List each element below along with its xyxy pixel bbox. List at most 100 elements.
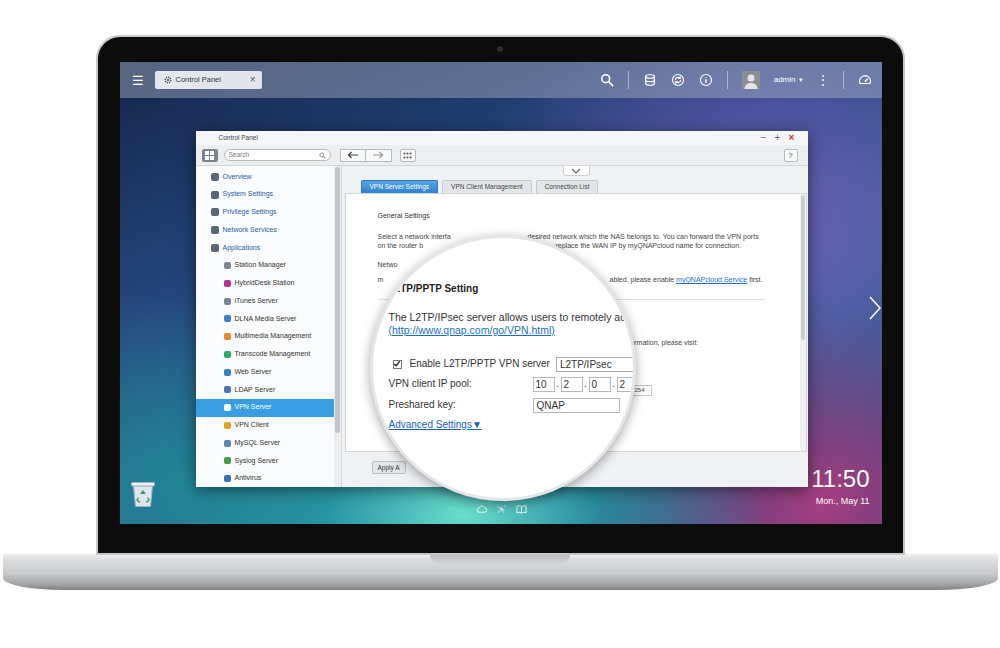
ip-octet-field[interactable]: 10 bbox=[533, 377, 555, 392]
preshared-row: Preshared key:QNAP bbox=[389, 396, 633, 414]
search-field[interactable] bbox=[224, 149, 331, 161]
tab-header: VPN Server SettingsVPN Client Management… bbox=[342, 166, 808, 193]
scrollbar-thumb[interactable] bbox=[801, 195, 805, 340]
text-line: on the router breplace the WAN IP by myQ… bbox=[378, 241, 800, 250]
section-heading: L2TP/PPTP Setting bbox=[389, 282, 633, 296]
app-icon bbox=[224, 422, 231, 429]
app-icon bbox=[224, 369, 231, 376]
sidebar-item[interactable]: Syslog Server bbox=[196, 452, 334, 470]
search-icon[interactable] bbox=[319, 152, 326, 159]
sidebar-item[interactable]: Applications bbox=[196, 239, 334, 257]
close-button[interactable]: × bbox=[250, 75, 256, 85]
avatar-icon[interactable] bbox=[742, 71, 760, 89]
sidebar-item[interactable]: LDAP Server bbox=[196, 381, 334, 399]
sidebar-item[interactable]: Network Services bbox=[196, 221, 334, 239]
preshared-field[interactable]: QNAP bbox=[533, 398, 620, 413]
tab-bar: VPN Server SettingsVPN Client Management… bbox=[342, 180, 808, 193]
collapse-handle[interactable] bbox=[563, 166, 590, 176]
sidebar-item[interactable]: HybridDesk Station bbox=[196, 275, 334, 293]
app-icon bbox=[224, 262, 231, 269]
back-button[interactable] bbox=[340, 149, 366, 162]
sidebar-label: Overview bbox=[223, 173, 252, 181]
text-segment: desired network which the NAS belongs to… bbox=[528, 233, 759, 240]
text-segment: replace the WAN IP by myQNAPcloud name f… bbox=[556, 242, 742, 249]
close-button[interactable]: × bbox=[785, 133, 799, 143]
taskbar-tab-title: Control Panel bbox=[176, 74, 221, 85]
info-icon[interactable] bbox=[699, 73, 713, 87]
dock bbox=[476, 504, 527, 514]
cloud-icon[interactable] bbox=[476, 504, 487, 514]
app-icon bbox=[224, 386, 231, 393]
recycle-bin-icon[interactable] bbox=[130, 480, 156, 508]
sidebar-item[interactable]: Transcode Management bbox=[196, 346, 334, 364]
sidebar: Overview System Settings Privilege Setting… bbox=[196, 166, 342, 487]
sidebar-label: LDAP Server bbox=[235, 386, 276, 394]
clock-widget: 11:50Mon., May 11 bbox=[811, 466, 869, 507]
sidebar-item[interactable]: Web Server bbox=[196, 363, 334, 381]
gear-icon bbox=[164, 76, 172, 84]
help-button[interactable]: ? bbox=[784, 149, 798, 162]
laptop-notch bbox=[430, 553, 570, 564]
menu-button[interactable]: ☰ bbox=[132, 74, 146, 87]
tab[interactable]: VPN Client Management bbox=[442, 180, 532, 193]
sidebar-item[interactable]: Multimedia Management bbox=[196, 328, 334, 346]
tools-icon[interactable] bbox=[496, 504, 507, 514]
advanced-settings-link[interactable]: Advanced Settings▼ bbox=[389, 418, 482, 431]
sidebar-item[interactable]: Overview bbox=[196, 168, 334, 186]
sidebar-item[interactable]: Station Manager bbox=[196, 257, 334, 275]
apply-button[interactable]: Apply A bbox=[372, 461, 406, 474]
sidebar-item[interactable]: Privilege Settings bbox=[196, 204, 334, 222]
storage-icon[interactable] bbox=[643, 73, 657, 87]
app-icon bbox=[224, 351, 231, 358]
enable-checkbox[interactable] bbox=[393, 360, 402, 369]
link[interactable]: myQNAPcloud Service bbox=[676, 276, 747, 283]
sidebar-label: VPN Server bbox=[235, 403, 272, 411]
app-icon bbox=[224, 457, 231, 464]
user-name: admin bbox=[774, 74, 796, 86]
sidebar-scrollbar[interactable] bbox=[334, 166, 341, 487]
sidebar-item[interactable]: System Settings bbox=[196, 186, 334, 204]
enable-row: Enable L2TP/PPTP VPN serverL2TP/IPsec bbox=[389, 355, 633, 373]
pane-scrollbar[interactable] bbox=[800, 194, 806, 451]
search-icon[interactable] bbox=[600, 73, 614, 87]
divider bbox=[727, 71, 728, 89]
top-bar: ☰ Control Panel × admin▾ ⋮ bbox=[120, 62, 882, 98]
ip-octet-field[interactable]: 2 bbox=[561, 377, 583, 392]
apps-button[interactable] bbox=[400, 149, 416, 162]
sync-icon[interactable] bbox=[671, 73, 685, 87]
sidebar-item[interactable]: VPN Server bbox=[196, 399, 334, 417]
vpn-help-link[interactable]: (http://www.qnap.com/go/VPN.html) bbox=[389, 324, 633, 337]
app-icon bbox=[224, 440, 231, 447]
sidebar-label: Multimedia Management bbox=[235, 332, 312, 340]
text-line: Select a network interfadesired network … bbox=[378, 232, 800, 241]
scrollbar-thumb[interactable] bbox=[335, 167, 340, 433]
sidebar-label: Privilege Settings bbox=[223, 208, 277, 216]
taskbar-tab[interactable]: Control Panel × bbox=[155, 71, 262, 89]
apps-icon bbox=[403, 152, 412, 159]
sidebar-item[interactable]: MySQL Server bbox=[196, 434, 334, 452]
user-menu[interactable]: admin▾ bbox=[774, 74, 803, 86]
sidebar-item[interactable]: iTunes Server bbox=[196, 292, 334, 310]
tab[interactable]: VPN Server Settings bbox=[361, 180, 439, 193]
ip-octet-field[interactable]: 2 bbox=[617, 377, 636, 392]
divider bbox=[628, 71, 629, 89]
mode-select[interactable]: L2TP/IPsec bbox=[556, 357, 636, 372]
dashboard-icon[interactable] bbox=[858, 73, 872, 87]
sidebar-item[interactable]: DLNA Media Server bbox=[196, 310, 334, 328]
more-button[interactable]: ⋮ bbox=[817, 74, 829, 86]
sidebar-item[interactable]: VPN Client bbox=[196, 417, 334, 435]
maximize-button[interactable]: + bbox=[771, 133, 785, 143]
section-icon bbox=[211, 208, 219, 216]
view-button[interactable] bbox=[202, 149, 218, 162]
sidebar-item[interactable]: Antivirus bbox=[196, 470, 334, 487]
minimize-button[interactable]: − bbox=[757, 133, 771, 143]
app-icon bbox=[224, 404, 231, 411]
tab[interactable]: Connection List bbox=[536, 180, 599, 193]
forward-button[interactable] bbox=[366, 149, 392, 162]
ip-octet-field[interactable]: 0 bbox=[589, 377, 611, 392]
book-icon[interactable] bbox=[516, 504, 527, 514]
next-arrow-icon[interactable] bbox=[868, 295, 882, 321]
sidebar-label: Network Services bbox=[223, 226, 277, 234]
search-input[interactable] bbox=[229, 151, 319, 159]
text-fragment: desired network which the NAS belongs to… bbox=[528, 232, 800, 241]
